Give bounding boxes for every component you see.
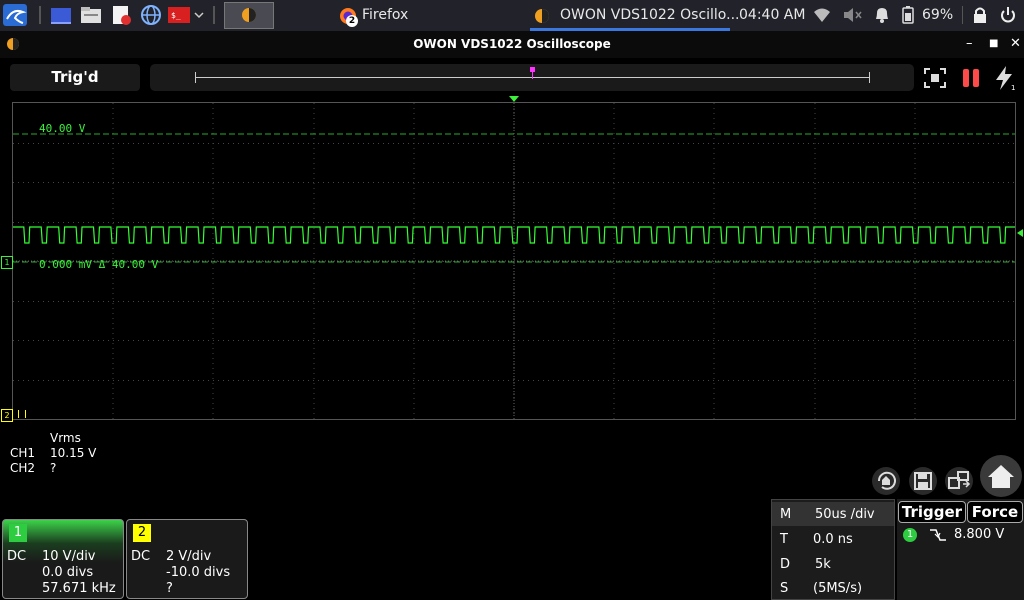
clock[interactable]: 04:40 AM [739, 7, 805, 23]
ch1-ground-marker[interactable]: 1 [1, 256, 13, 269]
channel-1-scale: 10 V/div [42, 549, 96, 564]
timeline-window-marker [532, 67, 533, 79]
trigger-panel: Trigger Force 1 8.800 V [897, 499, 1024, 600]
close-button[interactable]: ✕ [1010, 36, 1021, 51]
trigger-level: 8.800 V [954, 527, 1005, 542]
channel-1-frequency: 57.671 kHz [42, 581, 116, 596]
pause-icon [963, 69, 979, 87]
measurement-ch2-value: ? [50, 461, 57, 475]
terminal-icon[interactable]: $_ [167, 4, 191, 26]
measurement-ch1-value: 10.15 V [50, 446, 97, 460]
file-manager-icon[interactable] [79, 4, 103, 26]
scope-display[interactable]: 40.00 V 0.000 mV Δ 40.00 V [12, 102, 1016, 420]
taskbar-firefox[interactable]: 2 Firefox [336, 0, 426, 31]
window-titlebar[interactable]: OWON VDS1022 Oscilloscope – ■ ✕ [0, 31, 1024, 58]
trigger-source-badge: 1 [903, 528, 917, 542]
owon-app-icon [535, 9, 549, 23]
trigger-button[interactable]: Trigger [898, 501, 966, 523]
measurement-header: Vrms [50, 431, 81, 445]
ch2-offscreen-marker [18, 410, 26, 418]
waveform-plot [13, 103, 1015, 419]
trigger-position-marker[interactable] [509, 96, 519, 102]
channel-2-scale: 2 V/div [166, 549, 212, 564]
power-icon[interactable] [996, 4, 1020, 26]
notification-bell-icon[interactable] [870, 4, 894, 26]
display-mode-button[interactable] [943, 466, 975, 496]
channel-1-number: 1 [9, 524, 27, 542]
measurement-ch1-label: CH1 [10, 446, 36, 460]
timebase-key-main: M [780, 507, 792, 522]
wifi-icon[interactable] [810, 4, 834, 26]
save-button[interactable] [907, 466, 939, 496]
timebase-value-sample: (5MS/s) [813, 581, 863, 596]
battery-icon[interactable] [898, 4, 918, 26]
timebase-value-main: 50us /div [815, 507, 875, 522]
lower-level-label: 0.000 mV Δ 40.00 V [39, 258, 159, 271]
run-stop-button[interactable] [958, 66, 984, 90]
channel-1-coupling: DC [7, 549, 27, 564]
ch2-ground-marker[interactable]: 2 [1, 409, 13, 422]
firefox-label: Firefox [362, 7, 409, 23]
autoset-icon [924, 68, 946, 88]
timebase-row-trigger-time[interactable]: T 0.0 ns [772, 527, 894, 551]
timebase-value-depth: 5k [815, 557, 831, 572]
lock-icon[interactable] [968, 4, 992, 26]
timebase-row-main[interactable]: M 50us /div [772, 502, 894, 526]
home-menu-button[interactable] [978, 454, 1024, 498]
recall-default-button[interactable] [870, 466, 902, 496]
timeline-left-cap [195, 72, 196, 83]
active-window-label: OWON VDS1022 Oscillo... [560, 7, 740, 23]
window-title: OWON VDS1022 Oscilloscope [413, 37, 611, 51]
force-trigger-button[interactable]: Force [967, 501, 1023, 523]
channel-2-number: 2 [133, 524, 151, 542]
owon-app-icon [242, 8, 256, 22]
battery-percent: 69% [922, 7, 954, 23]
channel-1-panel[interactable]: 1 DC 10 V/div 0.0 divs 57.671 kHz [2, 519, 124, 599]
channel-2-panel[interactable]: 2 DC 2 V/div -10.0 divs ? [126, 519, 248, 599]
taskbar: $_ 2 Firefox OWON VDS1022 Oscillo... 04:… [0, 0, 1024, 31]
floppy-disk-icon [909, 467, 937, 495]
measurement-ch2-label: CH2 [10, 461, 36, 475]
single-trigger-button[interactable]: 1 [990, 64, 1018, 92]
browser-globe-icon[interactable] [139, 4, 163, 26]
channel-1-offset: 0.0 divs [42, 565, 94, 580]
separator [39, 6, 41, 24]
ch1-trace-end-marker [1017, 229, 1023, 237]
separator [962, 6, 963, 24]
taskbar-owon-window[interactable]: OWON VDS1022 Oscillo... [530, 0, 739, 31]
desktop-icon[interactable] [49, 4, 73, 26]
channel-2-frequency: ? [166, 581, 173, 596]
timebase-row-depth[interactable]: D 5k [772, 552, 894, 576]
channel-2-offset: -10.0 divs [166, 565, 231, 580]
home-icon [980, 455, 1022, 497]
memory-timeline[interactable] [150, 64, 914, 91]
chevron-down-icon[interactable] [192, 4, 206, 26]
timeline-right-cap [869, 72, 870, 83]
taskbar-app-owon[interactable] [224, 2, 274, 29]
timebase-key-time: T [780, 532, 788, 547]
kali-menu-icon[interactable] [3, 4, 27, 26]
autoset-button[interactable] [922, 66, 948, 90]
svg-text:1: 1 [1011, 84, 1015, 92]
lightning-icon: 1 [996, 66, 1015, 92]
volume-muted-icon[interactable] [840, 4, 864, 26]
timebase-table[interactable]: M 50us /div T 0.0 ns D 5k S (5MS/s) [771, 499, 895, 600]
separator [213, 6, 215, 24]
timebase-value-time: 0.0 ns [813, 532, 853, 547]
timebase-row-sample-rate[interactable]: S (5MS/s) [772, 576, 894, 600]
upper-level-label: 40.00 V [39, 122, 86, 135]
firefox-badge: 2 [346, 15, 358, 27]
timebase-key-sample: S [780, 581, 789, 596]
minimize-button[interactable]: – [966, 36, 973, 51]
falling-edge-icon [930, 529, 946, 541]
maximize-button[interactable]: ■ [989, 38, 998, 49]
windows-swap-icon [945, 467, 973, 495]
channel-2-coupling: DC [131, 549, 151, 564]
svg-text:$_: $_ [171, 11, 181, 20]
timebase-key-depth: D [780, 557, 791, 572]
home-circle-arrow-icon [872, 467, 900, 495]
text-editor-icon[interactable] [109, 4, 133, 26]
trigger-status: Trig'd [10, 64, 140, 91]
